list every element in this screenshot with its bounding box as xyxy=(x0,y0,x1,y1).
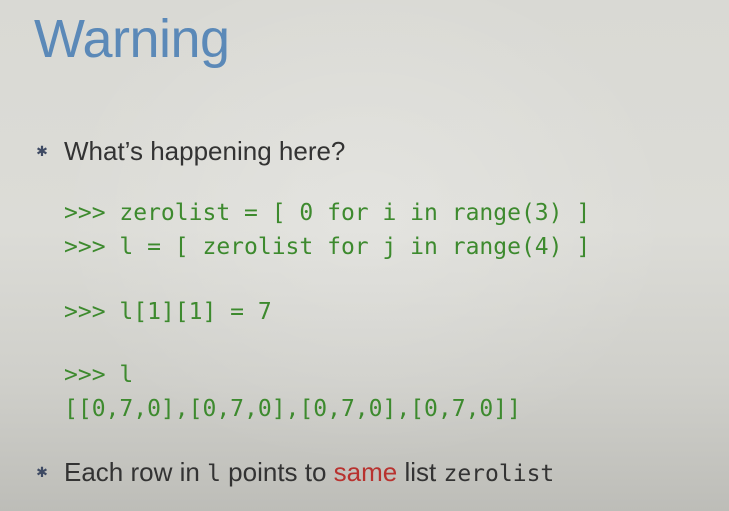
inline-code-variable: l xyxy=(207,461,221,487)
bullet-item: ✱ What’s happening here? xyxy=(34,131,694,171)
code-line: >>> l xyxy=(64,362,134,388)
bullet-text: What’s happening here? xyxy=(64,136,346,166)
bullet-asterisk-icon: ✱ xyxy=(36,143,48,159)
inline-code-list: zerolist xyxy=(443,461,555,487)
code-line: >>> l = [ zerolist for j in range(4) ] xyxy=(64,234,591,260)
bullet-text-middle: points to xyxy=(220,457,334,487)
slide: Warning ✱ What’s happening here? >>> zer… xyxy=(0,0,729,511)
code-line: >>> l[1][1] = 7 xyxy=(64,299,272,325)
bullet-asterisk-icon: ✱ xyxy=(36,464,48,480)
bullet-text-suffix: list xyxy=(397,457,444,487)
code-line: >>> zerolist = [ 0 for i in range(3) ] xyxy=(64,200,591,226)
slide-title: Warning xyxy=(34,9,230,69)
emphasis-word: same xyxy=(333,457,398,487)
bullet-text-prefix: Each row in xyxy=(64,457,208,487)
bullet-text: Each row in l points to same list zeroli… xyxy=(64,452,554,494)
bullet-item: ✱ Each row in l points to same list zero… xyxy=(34,452,694,492)
code-output-line: [[0,7,0],[0,7,0],[0,7,0],[0,7,0]] xyxy=(64,396,521,422)
